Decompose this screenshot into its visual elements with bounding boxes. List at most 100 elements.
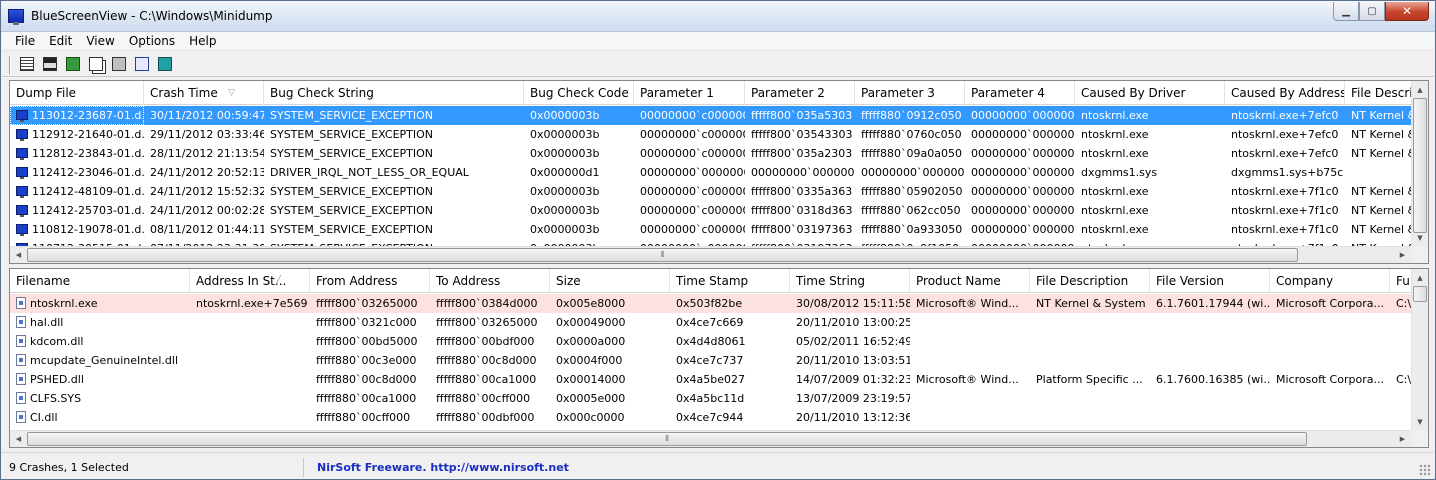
crash-row[interactable]: 112812-23843-01.d... 28/11/2012 21:13:54 S… <box>10 144 1428 163</box>
crash-list-vscroll[interactable]: ▲ ▼ <box>1411 81 1428 246</box>
driver-list-vscroll-thumb[interactable] <box>1413 286 1427 302</box>
crash-col-header[interactable]: Bug Check String <box>264 81 524 105</box>
crash-col-header[interactable]: Parameter 3 <box>855 81 965 105</box>
driver-row[interactable]: mcupdate_GenuineIntel.dll fffff880`00c3e0… <box>10 351 1428 370</box>
crash-col-header[interactable]: Bug Check Code <box>524 81 634 105</box>
menu-view[interactable]: View <box>79 34 121 48</box>
crash-col-header[interactable]: Dump File <box>10 81 144 105</box>
driver-cell: 13/07/2009 23:19:57 <box>790 389 910 408</box>
resize-grip[interactable] <box>1419 464 1431 476</box>
crash-list[interactable]: Dump File Crash Time ▽ Bug Check String Bug … <box>9 80 1429 264</box>
crash-col-header[interactable]: Caused By Driver <box>1075 81 1225 105</box>
menu-file[interactable]: File <box>2 34 42 48</box>
crash-cell: ntoskrnl.exe+7f1c0 <box>1225 182 1345 201</box>
html-report-button[interactable] <box>19 56 35 72</box>
driver-col-header[interactable]: Filename <box>10 269 190 293</box>
crash-cell-text: NT Kernel & <box>1351 109 1417 122</box>
driver-row[interactable]: CLFS.SYS fffff880`00ca1000 fffff880`00cff0… <box>10 389 1428 408</box>
driver-col-header[interactable]: Product Name <box>910 269 1030 293</box>
crash-list-rows: 113012-23687-01.d... 30/11/2012 00:59:47 S… <box>10 106 1428 250</box>
driver-cell-text: 0x0000a000 <box>556 335 626 348</box>
driver-cell: fffff880`00ca1000 <box>310 389 430 408</box>
dump-file-icon <box>16 186 28 198</box>
scroll-corner <box>1411 430 1428 447</box>
title-bar[interactable]: BlueScreenView - C:\Windows\Minidump ▁ ▢… <box>1 1 1435 32</box>
crash-cell: ntoskrnl.exe+7efc0 <box>1225 125 1345 144</box>
crash-cell-text: 0x0000003b <box>530 204 600 217</box>
driver-list-vscroll[interactable]: ▲ ▼ <box>1411 269 1428 430</box>
crash-row[interactable]: 112412-25703-01.d... 24/11/2012 00:02:28 S… <box>10 201 1428 220</box>
driver-cell: 0x4ce7c737 <box>670 351 790 370</box>
scroll-down-icon[interactable]: ▼ <box>1412 229 1428 246</box>
driver-col-header[interactable]: Address In St... ╱ <box>190 269 310 293</box>
driver-col-header[interactable]: Time String <box>790 269 910 293</box>
properties-button[interactable] <box>111 56 127 72</box>
menu-options[interactable]: Options <box>122 34 182 48</box>
driver-col-header[interactable]: To Address <box>430 269 550 293</box>
driver-cell: 0x000c0000 <box>550 408 670 427</box>
minimize-button[interactable]: ▁ <box>1333 2 1359 21</box>
driver-cell: ntoskrnl.exe+7e569 <box>190 294 310 313</box>
main-window: BlueScreenView - C:\Windows\Minidump ▁ ▢… <box>0 0 1436 480</box>
exit-button[interactable] <box>157 56 173 72</box>
driver-row[interactable]: kdcom.dll fffff800`00bd5000 fffff800`00bdf… <box>10 332 1428 351</box>
crash-list-hscroll[interactable]: ◀ ⦀ ▶ <box>10 246 1411 263</box>
dump-file-icon <box>16 148 28 160</box>
copy-button[interactable] <box>88 56 104 72</box>
crash-cell-text: fffff800`03197363 <box>751 223 853 236</box>
crash-row[interactable]: 112412-48109-01.d... 24/11/2012 15:52:32 S… <box>10 182 1428 201</box>
driver-col-header[interactable]: File Description <box>1030 269 1150 293</box>
nirsoft-link[interactable]: NirSoft Freeware. http://www.nirsoft.net <box>317 458 569 477</box>
scroll-up-icon[interactable]: ▲ <box>1412 81 1428 98</box>
driver-row[interactable]: ntoskrnl.exe ntoskrnl.exe+7e569 fffff800`0… <box>10 294 1428 313</box>
close-button[interactable]: ✕ <box>1385 2 1429 21</box>
driver-cell-text: 0x005e8000 <box>556 297 626 310</box>
driver-list[interactable]: Filename Address In St... ╱ From Address To … <box>9 268 1429 448</box>
crash-cell: 00000000`000000... <box>965 182 1075 201</box>
find-button[interactable] <box>134 56 150 72</box>
toolbar <box>2 52 1434 77</box>
scroll-right-icon[interactable]: ▶ <box>1394 431 1411 447</box>
crash-cell-text: 112912-21640-01.d... <box>32 128 144 141</box>
crash-col-header[interactable]: Parameter 2 <box>745 81 855 105</box>
driver-col-header[interactable]: Company <box>1270 269 1390 293</box>
crash-cell-text: 24/11/2012 00:02:28 <box>150 204 264 217</box>
crash-col-header[interactable]: Parameter 4 <box>965 81 1075 105</box>
scroll-down-icon[interactable]: ▼ <box>1412 413 1428 430</box>
driver-col-header[interactable]: Size <box>550 269 670 293</box>
scroll-left-icon[interactable]: ◀ <box>10 431 27 447</box>
driver-col-header[interactable]: From Address <box>310 269 430 293</box>
crash-list-hscroll-thumb[interactable]: ⦀ <box>27 248 1298 262</box>
save-button[interactable] <box>42 56 58 72</box>
crash-row[interactable]: 112912-21640-01.d... 29/11/2012 03:33:46 S… <box>10 125 1428 144</box>
driver-col-header[interactable]: Time Stamp <box>670 269 790 293</box>
scroll-up-icon[interactable]: ▲ <box>1412 269 1428 286</box>
crash-col-header[interactable]: Parameter 1 <box>634 81 745 105</box>
scroll-right-icon[interactable]: ▶ <box>1394 247 1411 263</box>
crash-col-header[interactable]: Crash Time ▽ <box>144 81 264 105</box>
driver-list-hscroll[interactable]: ◀ ⦀ ▶ <box>10 430 1411 447</box>
driver-row[interactable]: hal.dll fffff800`0321c000 fffff800`0326500… <box>10 313 1428 332</box>
driver-cell-text: 20/11/2010 13:00:25 <box>796 316 910 329</box>
crash-list-vscroll-thumb[interactable] <box>1413 98 1427 233</box>
maximize-button[interactable]: ▢ <box>1359 2 1385 21</box>
crash-cell-text: ntoskrnl.exe+7f1c0 <box>1231 223 1339 236</box>
driver-col-header[interactable]: File Version <box>1150 269 1270 293</box>
crash-row[interactable]: 113012-23687-01.d... 30/11/2012 00:59:47 S… <box>10 106 1428 125</box>
crash-col-header[interactable]: Caused By Address <box>1225 81 1345 105</box>
menu-help[interactable]: Help <box>182 34 223 48</box>
driver-cell-text: 0x000c0000 <box>556 411 625 424</box>
driver-row[interactable]: PSHED.dll fffff880`00c8d000 fffff880`00ca1… <box>10 370 1428 389</box>
refresh-button[interactable] <box>65 56 81 72</box>
crash-row[interactable]: 110812-19078-01.d... 08/11/2012 01:44:11 S… <box>10 220 1428 239</box>
driver-cell: 20/11/2010 13:03:51 <box>790 351 910 370</box>
crash-cell: 112412-25703-01.d... <box>10 201 144 220</box>
crash-cell-text: ntoskrnl.exe <box>1081 109 1149 122</box>
driver-row[interactable]: CI.dll fffff880`00cff000 fffff880`00dbf000… <box>10 408 1428 427</box>
driver-list-hscroll-thumb[interactable]: ⦀ <box>27 432 1307 446</box>
crash-cell-text: 0x0000003b <box>530 147 600 160</box>
scroll-left-icon[interactable]: ◀ <box>10 247 27 263</box>
crash-cell-text: 28/11/2012 21:13:54 <box>150 147 264 160</box>
crash-row[interactable]: 112412-23046-01.d... 24/11/2012 20:52:13 D… <box>10 163 1428 182</box>
menu-edit[interactable]: Edit <box>42 34 79 48</box>
